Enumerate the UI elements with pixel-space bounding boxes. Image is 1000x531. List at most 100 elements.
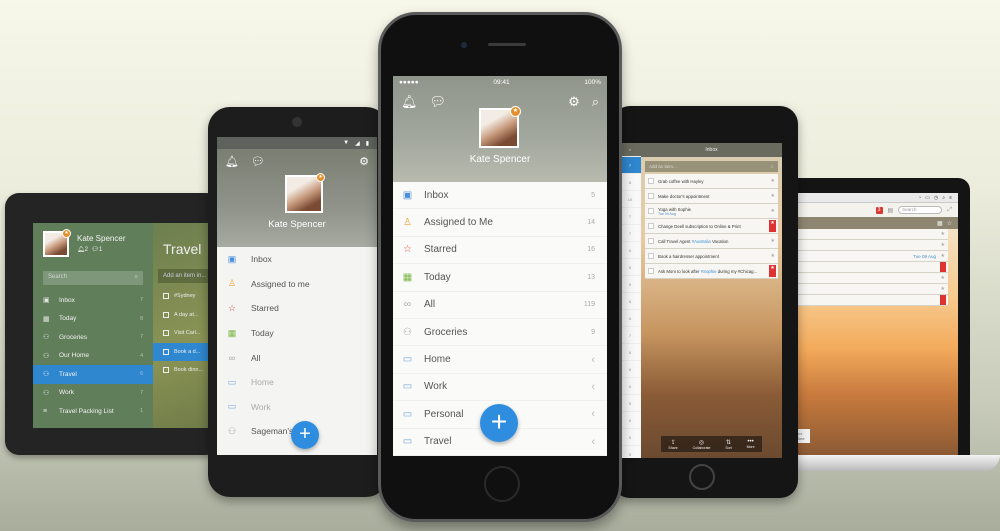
hashtag[interactable]: #Australia — [692, 239, 711, 244]
search-input[interactable]: Search ⌕ — [43, 271, 143, 285]
star-icon[interactable]: ★ — [941, 251, 945, 262]
list-item[interactable]: ☆ Starred — [217, 296, 377, 321]
star-icon[interactable]: ★ — [941, 229, 945, 240]
calendar-day[interactable]: 6 — [619, 310, 641, 327]
fullscreen-icon[interactable]: ⤢ — [947, 207, 952, 214]
list-item[interactable]: ∞ All 119 — [393, 292, 607, 319]
list-item[interactable]: ▦ Today — [217, 321, 377, 346]
task-checkbox[interactable] — [648, 268, 654, 274]
search-icon[interactable]: ⌕ — [135, 274, 138, 282]
sidebar-item[interactable]: ⚇ Our Home 4 — [33, 347, 153, 366]
sidebar-item[interactable]: ▦ Today 8 — [33, 310, 153, 329]
task-checkbox[interactable] — [648, 178, 654, 184]
share-button[interactable]: ⇪ Share — [668, 439, 677, 450]
list-item[interactable]: ▦ Today 13 — [393, 264, 607, 292]
calendar-day[interactable]: 6 — [619, 242, 641, 259]
task-row[interactable]: Yoga with Sophie Tue 09 Aug ★ — [645, 204, 778, 219]
home-button[interactable] — [689, 464, 715, 490]
task-row[interactable]: Tue 09 Aug ★ — [790, 251, 948, 262]
list-item[interactable]: ▣ Inbox — [217, 247, 377, 272]
calendar-day[interactable]: 6 — [619, 378, 641, 395]
bell-icon[interactable]: 🔔︎ — [225, 155, 239, 168]
calendar-day[interactable]: 7 — [619, 225, 641, 242]
starred-ribbon-icon[interactable]: ★ — [769, 265, 776, 277]
starred-ribbon-icon[interactable] — [940, 295, 946, 305]
list-item[interactable]: ⚇ Groceries 9 — [393, 319, 607, 347]
sidebar-item[interactable]: ≡ Travel Packing List 1 — [33, 402, 153, 421]
star-icon[interactable]: ★ — [771, 238, 775, 244]
list-item[interactable]: ∞ All — [217, 345, 377, 370]
gear-icon[interactable]: ⚙ — [359, 156, 369, 168]
star-icon[interactable]: ★ — [941, 240, 945, 251]
search-icon[interactable]: ⌕ — [592, 94, 599, 110]
calendar-day[interactable]: 6 — [619, 412, 641, 429]
calendar-day[interactable]: 5 — [619, 446, 641, 458]
calendar-day[interactable]: 10 — [619, 191, 641, 208]
task-checkbox[interactable] — [648, 193, 654, 199]
calendar-day[interactable]: 7 — [619, 327, 641, 344]
task-checkbox[interactable] — [648, 208, 654, 214]
task-row[interactable]: ★ — [790, 284, 948, 295]
calendar-day[interactable]: 7 — [619, 208, 641, 225]
avatar[interactable]: ★ — [43, 229, 71, 257]
search-icon[interactable]: ⌕ — [619, 143, 641, 157]
avatar[interactable]: ★ — [285, 173, 325, 213]
bell-icon[interactable]: 🔔︎ — [401, 94, 418, 110]
task-row[interactable]: Grab coffee with Hayley ★ — [645, 174, 778, 189]
chevron-left-icon[interactable]: ‹ — [591, 408, 595, 420]
task-checkbox[interactable] — [648, 238, 654, 244]
task-checkbox[interactable] — [163, 348, 169, 355]
list-item[interactable]: ♙ Assigned to me — [217, 272, 377, 297]
starred-ribbon-icon[interactable]: ★ — [769, 220, 776, 232]
calendar-day[interactable]: 8 — [619, 174, 641, 191]
folder-item[interactable]: ▭ Work ‹ — [393, 374, 607, 402]
task-checkbox[interactable] — [163, 311, 169, 318]
list-item[interactable]: ☆ Starred 16 — [393, 237, 607, 265]
gear-icon[interactable]: ⚙ — [568, 94, 580, 110]
task-row[interactable]: Book a hairdresser appointment ★ — [645, 249, 778, 264]
menu-icon[interactable]: ≡ — [949, 195, 952, 201]
hashtag[interactable]: #Sophie — [701, 269, 717, 274]
collaborate-button[interactable]: ◎ Collaborate — [693, 439, 711, 450]
task-row[interactable]: Make doctor's appointment ★ — [645, 189, 778, 204]
add-list-fab[interactable]: + — [291, 421, 319, 449]
star-icon[interactable]: ★ — [771, 253, 775, 259]
star-icon[interactable]: ★ — [941, 284, 945, 295]
task-checkbox[interactable] — [163, 293, 169, 300]
calendar-day[interactable]: 6 — [619, 361, 641, 378]
star-icon[interactable]: ★ — [771, 193, 775, 199]
task-checkbox[interactable] — [648, 223, 654, 229]
sidebar-item[interactable]: ⚇ Work 7 — [33, 384, 153, 403]
comment-icon[interactable]: 💬︎ — [430, 94, 447, 110]
comment-icon[interactable]: ▤ — [888, 207, 894, 214]
bell-icon[interactable]: 🔔︎ — [77, 247, 85, 253]
task-checkbox[interactable] — [163, 330, 169, 337]
star-icon[interactable]: ★ — [771, 178, 775, 184]
task-row[interactable] — [790, 295, 948, 306]
sidebar-item[interactable]: ⚇ Groceries 7 — [33, 328, 153, 347]
sidebar-item[interactable]: ▣ Inbox 7 — [33, 291, 153, 310]
star-icon[interactable]: ★ — [771, 208, 775, 214]
task-row[interactable]: Ask Mom to look after #Sophie during my … — [645, 264, 778, 279]
folder-item[interactable]: ▭ Home ‹ — [393, 346, 607, 374]
calendar-icon[interactable]: ▦ — [937, 220, 943, 227]
starred-ribbon-icon[interactable] — [940, 262, 946, 272]
calendar-day[interactable]: 8 — [619, 293, 641, 310]
calendar-day[interactable]: 6 — [619, 259, 641, 276]
list-item[interactable]: ▭ Work — [217, 395, 377, 420]
task-row[interactable]: Call Travel Agent #Australia Vacation ★ — [645, 234, 778, 249]
chevron-left-icon[interactable]: ‹ — [591, 354, 595, 366]
search-icon[interactable]: ⌕ — [942, 195, 945, 201]
task-row[interactable]: ★ — [790, 273, 948, 284]
calendar-day[interactable]: 5 — [619, 429, 641, 446]
task-checkbox[interactable] — [163, 367, 169, 374]
add-item-input[interactable]: Add an item... ☆ — [645, 161, 778, 172]
star-icon[interactable]: ★ — [941, 273, 945, 284]
comment-icon[interactable]: 💬︎ — [91, 247, 99, 253]
calendar-day[interactable]: 7 — [619, 157, 641, 174]
list-item[interactable]: ▣ Inbox 5 — [393, 182, 607, 210]
calendar-day[interactable]: 5 — [619, 395, 641, 412]
list-item[interactable]: ♙ Assigned to Me 14 — [393, 209, 607, 237]
list-item[interactable]: ▭ Home — [217, 370, 377, 395]
comment-icon[interactable]: 💬︎ — [251, 155, 265, 168]
